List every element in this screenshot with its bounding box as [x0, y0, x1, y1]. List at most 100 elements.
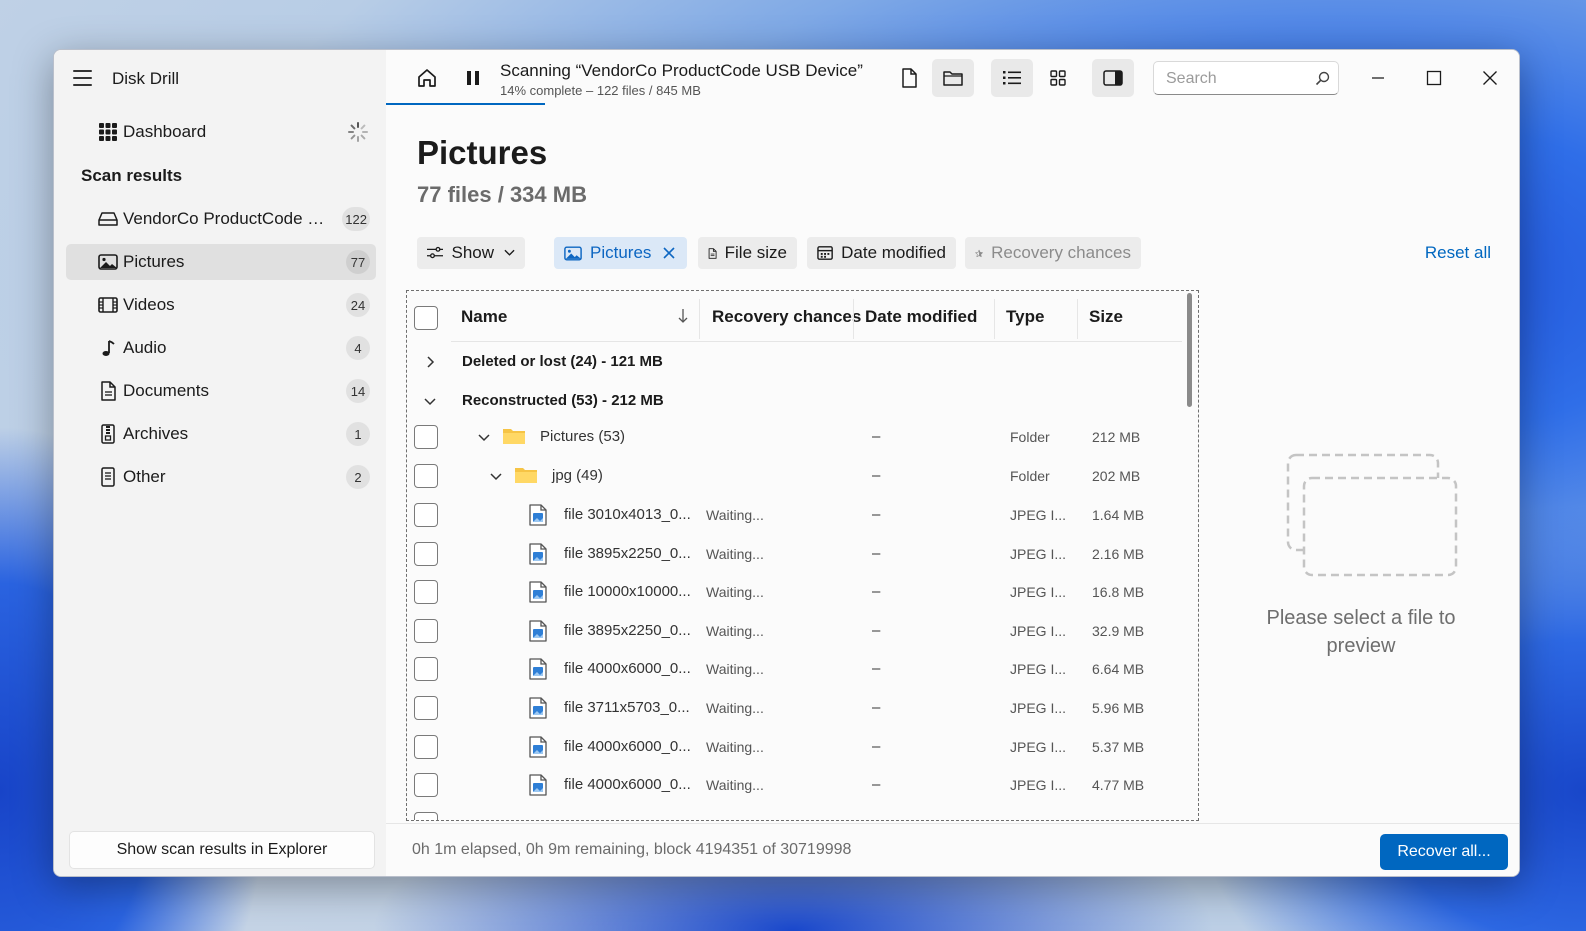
row-checkbox[interactable]	[414, 696, 438, 720]
row-checkbox[interactable]	[414, 464, 438, 488]
row-checkbox[interactable]	[414, 734, 438, 759]
pause-button[interactable]	[452, 59, 494, 97]
hamburger-menu-icon[interactable]	[73, 70, 92, 86]
file-name: Pictures (53)	[540, 428, 626, 445]
recovery-chances-label: Recovery chances	[991, 243, 1131, 262]
count-badge: 14	[346, 379, 370, 403]
column-divider	[699, 299, 700, 339]
column-divider	[994, 299, 995, 339]
date-cell: –	[872, 467, 881, 484]
select-all-checkbox[interactable]	[414, 306, 438, 330]
count-badge: 4	[346, 336, 370, 360]
maximize-button[interactable]	[1420, 64, 1448, 92]
chevron-down-icon	[478, 434, 490, 442]
row-checkbox[interactable]	[414, 773, 438, 798]
row-checkbox[interactable]	[414, 618, 438, 643]
sidebar-item-label: Audio	[123, 338, 167, 357]
chevron-down-icon	[504, 249, 515, 256]
table-row[interactable]: file 3895x2250_0... Waiting... – JPEG I... 3…	[407, 612, 1183, 650]
file-icon	[98, 467, 118, 487]
table-row[interactable]: file 3895x2250_0... Waiting... – JPEG I... 2…	[407, 535, 1183, 573]
recovery-chances-filter-button[interactable]: Recovery chances	[965, 237, 1141, 269]
file-size-filter-button[interactable]: File size	[698, 237, 797, 269]
reset-all-link[interactable]: Reset all	[1425, 243, 1491, 263]
file-name: file 4000x6000_0...	[564, 776, 691, 794]
date-cell: –	[872, 776, 881, 794]
date-cell: –	[872, 621, 881, 639]
sidebar-item-other[interactable]: Other 2	[66, 459, 376, 495]
table-row[interactable]: file 4000x6000_0... Waiting... – JPEG I... 6…	[407, 650, 1183, 688]
sidebar-item-label: Pictures	[123, 252, 185, 271]
grid-view-button[interactable]	[1037, 59, 1079, 97]
folder-icon	[503, 429, 525, 444]
table-row[interactable]	[407, 805, 1183, 820]
column-header-size[interactable]: Size	[1089, 307, 1123, 327]
close-icon	[663, 247, 675, 259]
group-row-deleted[interactable]: Deleted or lost (24) - 121 MB	[407, 343, 1183, 381]
chevron-down-icon	[490, 473, 502, 481]
file-name: file 3711x5703_0...	[564, 699, 690, 716]
column-header-name[interactable]: Name	[461, 307, 507, 327]
header-divider	[451, 341, 1182, 342]
sidebar-item-device[interactable]: VendorCo ProductCode US... 122	[66, 201, 376, 237]
document-icon	[98, 381, 118, 401]
column-header-date-modified[interactable]: Date modified	[865, 307, 977, 327]
recover-all-button[interactable]: Recover all...	[1380, 834, 1508, 870]
file-view-button[interactable]	[888, 59, 930, 97]
search-box[interactable]: Search	[1153, 61, 1339, 95]
size-cell: 32.9 MB	[1092, 622, 1145, 639]
row-checkbox[interactable]	[414, 580, 438, 605]
table-row[interactable]: file 4000x6000_0... Waiting... – JPEG I... 4…	[407, 766, 1183, 804]
recovery-chances-cell: Waiting...	[706, 661, 764, 678]
show-filter-button[interactable]: Show	[417, 237, 525, 269]
row-checkbox[interactable]	[414, 425, 438, 449]
column-header-recovery-chances[interactable]: Recovery chances	[712, 307, 861, 327]
folder-view-button[interactable]	[932, 59, 974, 97]
search-input[interactable]: Search	[1166, 70, 1217, 88]
table-row[interactable]: file 4000x6000_0... Waiting... – JPEG I... 5…	[407, 728, 1183, 766]
home-button[interactable]	[406, 59, 448, 97]
date-modified-label: Date modified	[841, 243, 946, 262]
table-scrollbar[interactable]	[1187, 293, 1192, 407]
image-file-icon	[529, 581, 547, 603]
sidebar-item-archives[interactable]: Archives 1	[66, 416, 376, 452]
folder-row[interactable]: Pictures (53) – Folder 212 MB	[407, 418, 1183, 456]
page-title: Pictures	[417, 134, 548, 171]
music-note-icon	[98, 338, 118, 358]
sidebar-item-pictures[interactable]: Pictures 77	[66, 244, 376, 280]
date-modified-filter-button[interactable]: Date modified	[807, 237, 956, 269]
show-in-explorer-button[interactable]: Show scan results in Explorer	[69, 831, 375, 869]
image-file-icon	[529, 697, 547, 719]
scan-progress-fill	[386, 103, 545, 105]
row-checkbox[interactable]	[414, 541, 438, 566]
scan-title: Scanning “VendorCo ProductCode USB Devic…	[500, 61, 863, 80]
type-cell: JPEG I...	[1010, 545, 1067, 562]
row-checkbox[interactable]	[414, 812, 438, 820]
table-row[interactable]: file 3711x5703_0... Waiting... – JPEG I... 5…	[407, 689, 1183, 727]
preview-pane-button[interactable]	[1092, 59, 1134, 97]
sidebar-item-videos[interactable]: Videos 24	[66, 287, 376, 323]
column-divider	[1077, 299, 1078, 339]
close-button[interactable]	[1476, 64, 1504, 92]
list-view-button[interactable]	[991, 59, 1033, 97]
sidebar-item-label: Archives	[123, 424, 189, 443]
calendar-icon	[817, 246, 833, 260]
sidebar-item-documents[interactable]: Documents 14	[66, 373, 376, 409]
search-icon	[1315, 71, 1330, 86]
sidebar-item-label: VendorCo ProductCode US...	[123, 209, 335, 228]
folder-row[interactable]: jpg (49) – Folder 202 MB	[407, 457, 1183, 495]
group-row-reconstructed[interactable]: Reconstructed (53) - 212 MB	[407, 382, 1183, 420]
column-header-type[interactable]: Type	[1006, 307, 1044, 327]
sidebar-item-audio[interactable]: Audio 4	[66, 330, 376, 366]
row-checkbox[interactable]	[414, 657, 438, 682]
sort-descending-icon	[678, 309, 688, 323]
table-row[interactable]: file 10000x10000... Waiting... – JPEG I... 1…	[407, 573, 1183, 611]
pictures-filter-chip[interactable]: Pictures	[554, 237, 687, 269]
drive-icon	[98, 209, 118, 229]
grid-icon	[98, 122, 118, 142]
scan-progress-text: 14% complete – 122 files / 845 MB	[500, 83, 701, 98]
row-checkbox[interactable]	[414, 503, 438, 527]
sidebar-item-dashboard[interactable]: Dashboard	[66, 114, 376, 150]
minimize-button[interactable]	[1364, 64, 1392, 92]
table-row[interactable]: file 3010x4013_0... Waiting... – JPEG I... 1…	[407, 496, 1183, 534]
